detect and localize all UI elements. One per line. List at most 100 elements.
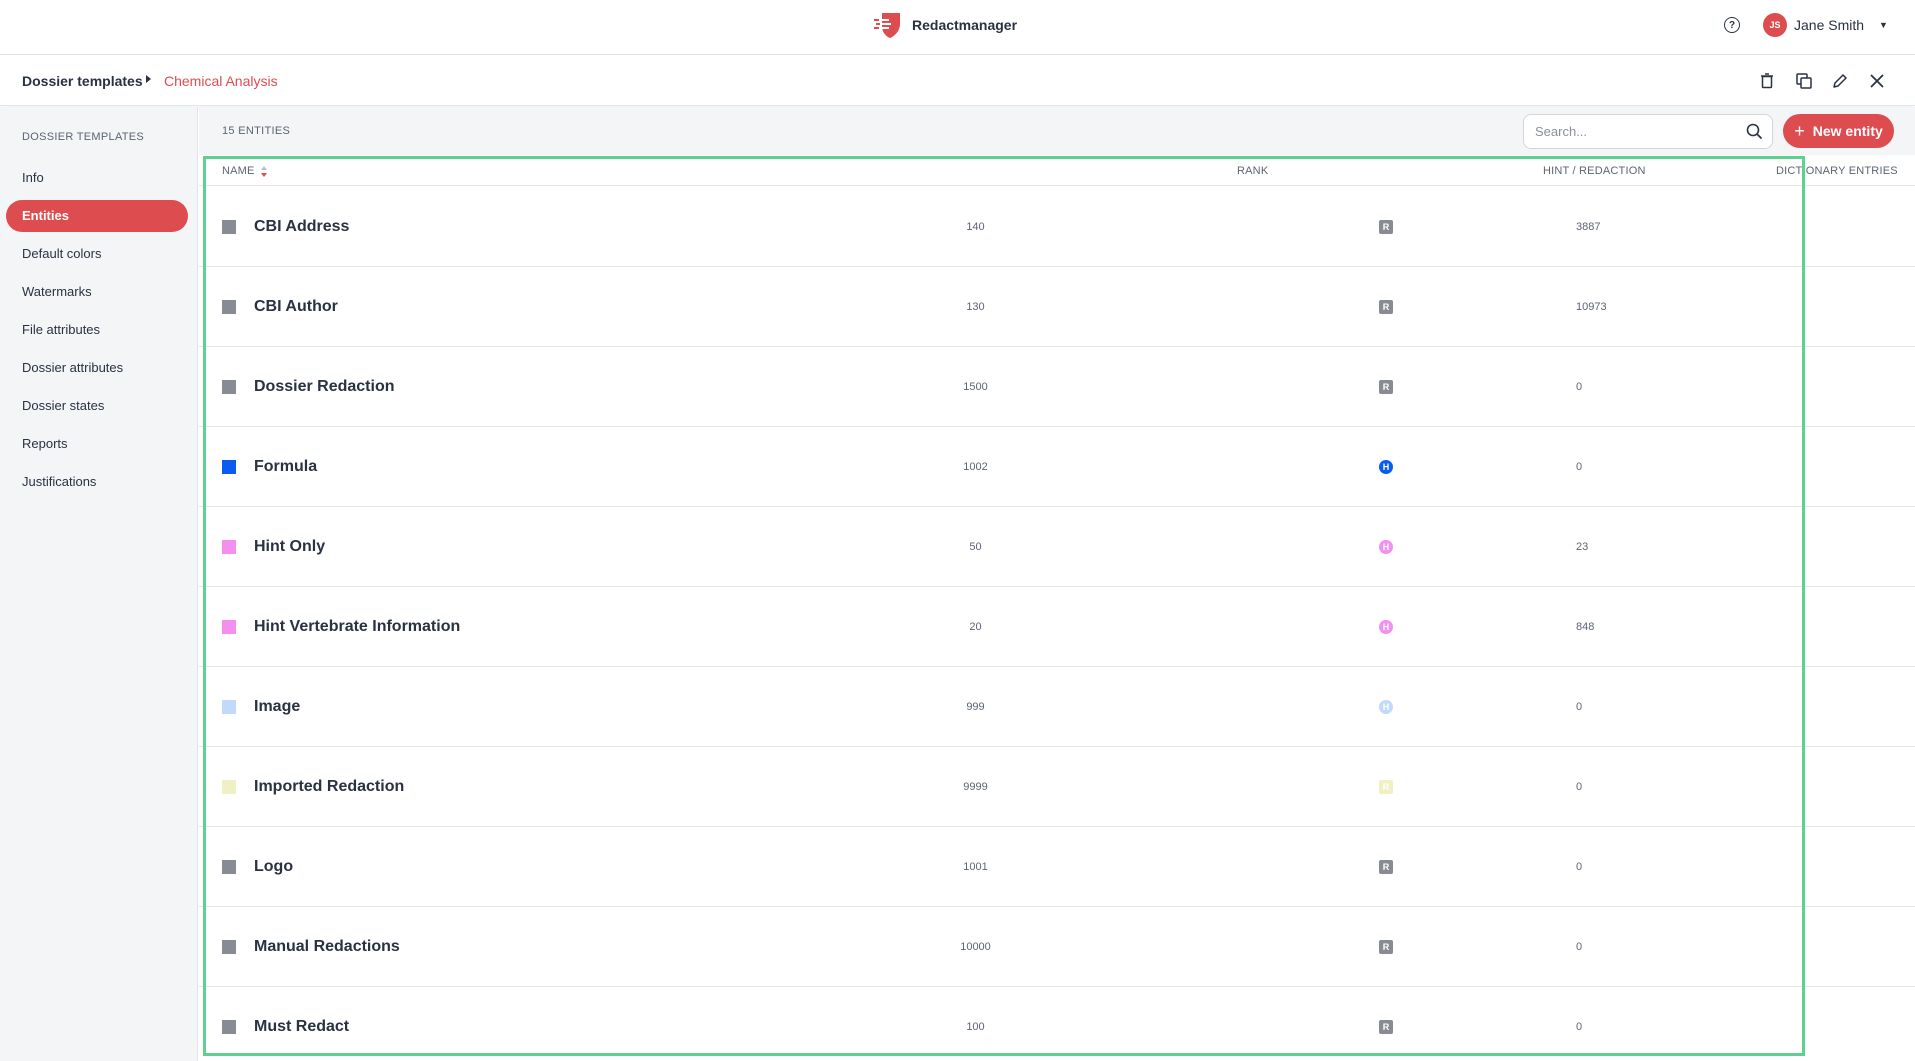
entity-rank: 999 [966,701,985,713]
table-row[interactable]: Manual Redactions 10000 R 0 [199,907,1915,987]
sidebar-item-info[interactable]: Info [6,162,188,194]
entity-rank: 20 [969,621,982,633]
new-entity-button[interactable]: + New entity [1783,114,1894,148]
type-badge-wrapper: R [1378,379,1394,395]
table-row[interactable]: Hint Only 50 H 23 [199,507,1915,587]
sidebar-header: DOSSIER TEMPLATES [22,131,145,143]
table-row[interactable]: Imported Redaction 9999 R 0 [199,747,1915,827]
color-swatch [222,220,236,234]
app-name: Redactmanager [912,17,1018,33]
search-icon[interactable] [1746,123,1763,140]
table-header: NAME RANK HINT / REDACTION DICTIONARY EN… [199,155,1915,186]
hint-badge: H [1379,540,1393,554]
dictionary-entries: 10973 [1576,301,1607,313]
app-logo[interactable]: Redactmanager [874,10,1017,40]
dictionary-entries: 0 [1576,861,1583,873]
sidebar-item-dossier-states[interactable]: Dossier states [6,390,188,422]
chevron-down-icon: ▼ [1879,20,1888,30]
redaction-badge: R [1379,940,1393,954]
user-menu[interactable]: JS Jane Smith ▼ [1763,13,1888,37]
search-box[interactable] [1523,114,1773,149]
type-badge-wrapper: R [1378,859,1394,875]
sidebar-item-default-colors[interactable]: Default colors [6,238,188,270]
redaction-badge: R [1379,1020,1393,1034]
entity-name: Hint Only [254,538,326,555]
sidebar-item-dossier-attributes[interactable]: Dossier attributes [6,352,188,384]
table-row[interactable]: CBI Author 130 R 10973 [199,267,1915,347]
search-input[interactable] [1524,115,1724,148]
column-header-name[interactable]: NAME [222,165,267,177]
breadcrumb-current[interactable]: Chemical Analysis [164,73,278,89]
sort-icon[interactable] [260,165,267,177]
entity-rank: 130 [966,301,985,313]
entity-rank: 100 [966,1021,985,1033]
breadcrumb-bar: Dossier templates Chemical Analysis [0,56,1915,106]
entity-rank: 50 [969,541,982,553]
edit-icon[interactable] [1830,71,1850,91]
color-swatch [222,1020,236,1034]
new-entity-label: New entity [1812,123,1883,139]
dictionary-entries: 848 [1576,621,1595,633]
color-swatch [222,860,236,874]
help-circle-icon[interactable]: ? [1724,17,1740,33]
entity-name: Manual Redactions [254,938,400,955]
entity-name: CBI Author [254,298,338,315]
table-row[interactable]: Logo 1001 R 0 [199,827,1915,907]
dictionary-entries: 3887 [1576,221,1601,233]
table-row[interactable]: Must Redact 100 R 0 [199,987,1915,1061]
copy-icon[interactable] [1794,71,1814,91]
column-header-rank[interactable]: RANK [1237,165,1268,177]
sidebar-item-justifications[interactable]: Justifications [6,466,188,498]
table-row[interactable]: Dossier Redaction 1500 R 0 [199,347,1915,427]
logo-icon [874,13,900,38]
color-swatch [222,620,236,634]
entity-rank: 1001 [963,861,988,873]
table-row[interactable]: Hint Vertebrate Information 20 H 848 [199,587,1915,667]
column-header-dictionary-entries[interactable]: DICTIONARY ENTRIES [1776,165,1898,177]
entity-name: Must Redact [254,1018,350,1035]
type-badge-wrapper: R [1378,1019,1394,1035]
dictionary-entries: 0 [1576,781,1583,793]
redaction-badge: R [1379,780,1393,794]
type-badge-wrapper: R [1378,939,1394,955]
entity-name: Logo [254,858,294,875]
breadcrumb-root[interactable]: Dossier templates [22,73,143,89]
sidebar-item-file-attributes[interactable]: File attributes [6,314,188,346]
redaction-badge: R [1379,380,1393,394]
dictionary-entries: 0 [1576,1021,1583,1033]
type-badge-wrapper: H [1378,459,1394,475]
avatar: JS [1763,13,1787,37]
color-swatch [222,700,236,714]
column-header-hint-redaction[interactable]: HINT / REDACTION [1543,165,1646,177]
entity-rank: 140 [966,221,985,233]
sidebar-item-watermarks[interactable]: Watermarks [6,276,188,308]
delete-icon[interactable] [1757,71,1777,91]
type-badge-wrapper: H [1378,699,1394,715]
breadcrumb-arrow-icon [146,75,151,83]
plus-icon: + [1794,121,1805,141]
entity-count: 15 ENTITIES [222,125,291,137]
close-icon[interactable] [1867,71,1887,91]
entity-name: Imported Redaction [254,778,405,795]
entity-rank: 9999 [963,781,988,793]
dictionary-entries: 0 [1576,461,1583,473]
type-badge-wrapper: H [1378,539,1394,555]
table-row[interactable]: Formula 1002 H 0 [199,427,1915,507]
color-swatch [222,540,236,554]
redaction-badge: R [1379,860,1393,874]
table-row[interactable]: CBI Address 140 R 3887 [199,187,1915,267]
entity-rank: 10000 [960,941,991,953]
hint-badge: H [1379,700,1393,714]
table-row[interactable]: Image 999 H 0 [199,667,1915,747]
type-badge-wrapper: H [1378,619,1394,635]
redaction-badge: R [1379,220,1393,234]
dictionary-entries: 0 [1576,701,1583,713]
sidebar: DOSSIER TEMPLATES Info Entities Default co… [0,107,198,1061]
sidebar-item-reports[interactable]: Reports [6,428,188,460]
dictionary-entries: 0 [1576,941,1583,953]
type-badge-wrapper: R [1378,779,1394,795]
entities-table: NAME RANK HINT / REDACTION DICTIONARY EN… [199,155,1915,1061]
sidebar-item-entities[interactable]: Entities [6,200,188,232]
type-badge-wrapper: R [1378,219,1394,235]
color-swatch [222,460,236,474]
